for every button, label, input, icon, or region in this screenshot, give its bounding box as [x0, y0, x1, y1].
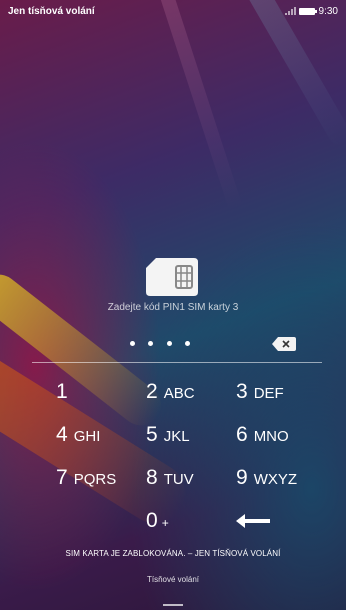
wallpaper-streak: [136, 0, 244, 212]
emergency-call-button[interactable]: Tísňové volání: [0, 575, 346, 584]
status-icons: 9:30: [284, 5, 338, 17]
key-4[interactable]: 4 GHI: [40, 423, 130, 447]
pin-dot: [130, 340, 135, 346]
keypad-row: 0 +: [40, 499, 310, 542]
key-6[interactable]: 6 MNO: [220, 423, 310, 447]
signal-icon: [284, 7, 296, 15]
key-1[interactable]: 1: [40, 380, 130, 404]
battery-icon: [298, 7, 317, 15]
status-bar: Jen tísňová volání 9:30: [0, 0, 346, 22]
backspace-arrow-icon: [236, 513, 270, 528]
keypad-row: 4 GHI 5 JKL 6 MNO: [40, 413, 310, 456]
sim-pin-prompt: Zadejte kód PIN1 SIM karty 3: [107, 302, 239, 313]
sim-card-icon: [146, 258, 198, 296]
pin-entry-field[interactable]: [130, 337, 190, 349]
pin-underline: [32, 362, 322, 363]
wallpaper-streak: [205, 0, 346, 150]
keypad-row: 7 PQRS 8 TUV 9 WXYZ: [40, 456, 310, 499]
key-7[interactable]: 7 PQRS: [40, 466, 130, 490]
delete-icon[interactable]: [272, 337, 296, 351]
sim-locked-message: SIM KARTA JE ZABLOKOVÁNA. – JEN TÍSŇOVÁ …: [65, 549, 281, 558]
key-8[interactable]: 8 TUV: [130, 466, 220, 490]
key-2[interactable]: 2 ABC: [130, 380, 220, 404]
pin-dot: [148, 340, 154, 346]
carrier-text: Jen tísňová volání: [8, 5, 95, 17]
pin-dot: [184, 340, 190, 346]
key-0[interactable]: 0 +: [130, 509, 220, 533]
keypad: 1 2 ABC 3 DEF 4 GHI 5 JKL 6 MNO 7 PQRS 8…: [40, 370, 310, 542]
pin-dot: [166, 340, 172, 346]
key-9[interactable]: 9 WXYZ: [220, 466, 310, 490]
confirm-key[interactable]: [220, 513, 310, 528]
key-5[interactable]: 5 JKL: [130, 423, 220, 447]
keypad-row: 1 2 ABC 3 DEF: [40, 370, 310, 413]
key-3[interactable]: 3 DEF: [220, 380, 310, 404]
clock: 9:30: [318, 5, 338, 17]
home-indicator[interactable]: [163, 604, 183, 606]
